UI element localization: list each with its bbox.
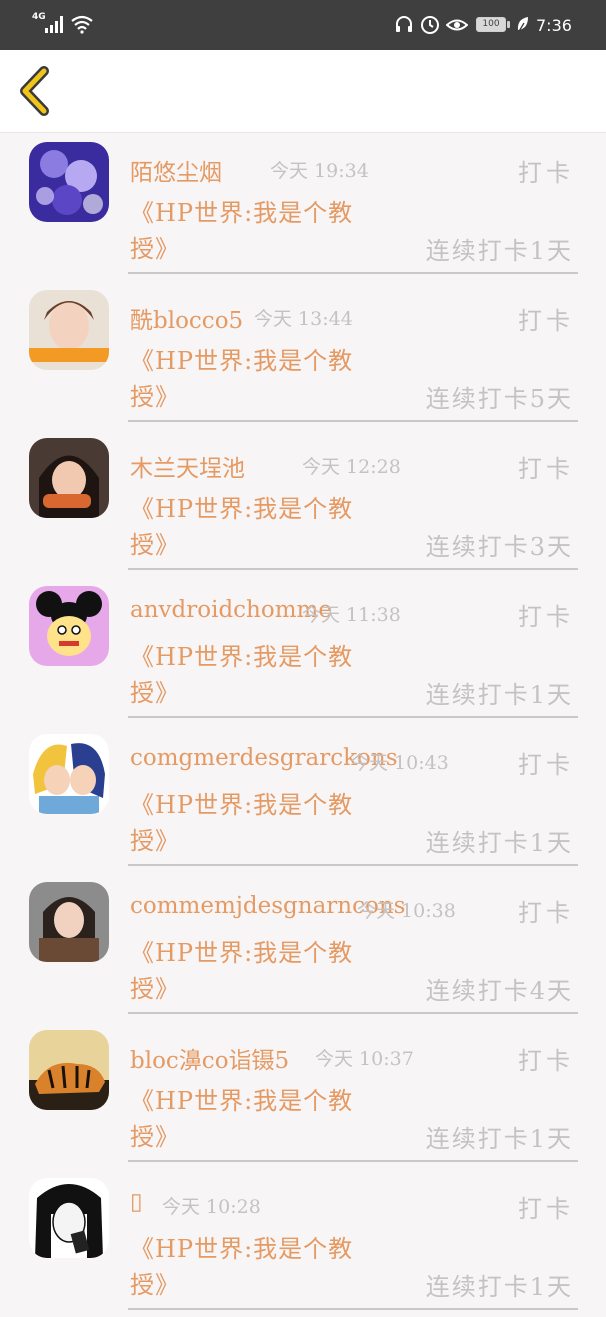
checkin-row[interactable]: 木兰天埕池 今天 12:28 打卡 《HP世界:我是个教授》 连续打卡3天 [0, 429, 606, 577]
username: 酰blocco5 [130, 308, 244, 334]
checkin-label: 打卡 [518, 307, 574, 335]
checkin-label: 打卡 [518, 455, 574, 483]
checkin-time: 今天 10:37 [315, 1048, 414, 1070]
eye-comfort-icon [446, 19, 468, 31]
book-title[interactable]: 《HP世界:我是个教授》 [130, 639, 385, 711]
checkin-label: 打卡 [518, 1195, 574, 1223]
chevron-left-icon [20, 66, 49, 116]
headset-icon [396, 16, 412, 32]
checkin-row[interactable]: anvdroidchomme 今天 11:38 打卡 《HP世界:我是个教授》 … [0, 577, 606, 725]
avatar[interactable] [29, 882, 109, 962]
row-divider [128, 1012, 578, 1014]
book-title[interactable]: 《HP世界:我是个教授》 [130, 1231, 385, 1303]
checkin-time: 今天 10:28 [162, 1196, 261, 1218]
book-title[interactable]: 《HP世界:我是个教授》 [130, 787, 385, 859]
streak-label: 连续打卡1天 [425, 1273, 573, 1301]
checkin-row[interactable]: ▯ 今天 10:28 打卡 《HP世界:我是个教授》 连续打卡1天 [0, 1169, 606, 1317]
leaf-icon [517, 17, 528, 34]
username: 陌悠尘烟 [130, 160, 222, 186]
streak-label: 连续打卡1天 [425, 237, 573, 265]
checkin-row[interactable]: commemjdesgnarncons 今天 10:38 打卡 《HP世界:我是… [0, 873, 606, 1021]
row-divider [128, 272, 578, 274]
streak-label: 连续打卡5天 [425, 385, 573, 413]
book-title[interactable]: 《HP世界:我是个教授》 [130, 1083, 385, 1155]
checkin-label: 打卡 [518, 751, 574, 779]
checkin-row[interactable]: 陌悠尘烟 今天 19:34 打卡 《HP世界:我是个教授》 连续打卡1天 [0, 133, 606, 281]
checkin-row[interactable]: comgmerdesgrarckons 今天 10:43 打卡 《HP世界:我是… [0, 725, 606, 873]
row-divider [128, 1160, 578, 1162]
checkin-label: 打卡 [518, 603, 574, 631]
status-bar: 4G 100 7:36 [0, 0, 606, 50]
streak-label: 连续打卡1天 [425, 829, 573, 857]
clock: 7:36 [536, 16, 572, 35]
data-saver-icon [421, 16, 439, 34]
avatar[interactable] [29, 142, 109, 222]
book-title[interactable]: 《HP世界:我是个教授》 [130, 195, 385, 267]
row-divider [128, 1308, 578, 1310]
header-bar [0, 50, 606, 133]
row-divider [128, 716, 578, 718]
checkin-row[interactable]: 酰blocco5 今天 13:44 打卡 《HP世界:我是个教授》 连续打卡5天 [0, 281, 606, 429]
avatar[interactable] [29, 1178, 109, 1258]
checkin-row[interactable]: bloc濞co诣镊5 今天 10:37 打卡 《HP世界:我是个教授》 连续打卡… [0, 1021, 606, 1169]
row-divider [128, 864, 578, 866]
checkin-label: 打卡 [518, 899, 574, 927]
status-right: 100 7:36 [394, 12, 574, 38]
checkin-label: 打卡 [518, 159, 574, 187]
checkin-time: 今天 10:43 [350, 752, 449, 774]
avatar[interactable] [29, 290, 109, 370]
checkin-time: 今天 13:44 [254, 308, 353, 330]
battery-tip [507, 21, 510, 28]
book-title[interactable]: 《HP世界:我是个教授》 [130, 935, 385, 1007]
signal-icon [45, 16, 63, 33]
avatar[interactable] [29, 1030, 109, 1110]
row-divider [128, 420, 578, 422]
wifi-icon [71, 15, 93, 34]
checkin-time: 今天 11:38 [302, 604, 401, 626]
username: ▯ [130, 1189, 143, 1215]
streak-label: 连续打卡1天 [425, 1125, 573, 1153]
username: 木兰天埕池 [130, 456, 245, 482]
checkin-time: 今天 19:34 [270, 160, 369, 182]
row-divider [128, 568, 578, 570]
battery-icon: 100 [476, 17, 506, 32]
avatar[interactable] [29, 734, 109, 814]
checkin-time: 今天 12:28 [302, 456, 401, 478]
streak-label: 连续打卡1天 [425, 681, 573, 709]
back-button[interactable] [14, 66, 58, 116]
checkin-label: 打卡 [518, 1047, 574, 1075]
avatar[interactable] [29, 586, 109, 666]
streak-label: 连续打卡3天 [425, 533, 573, 561]
checkin-list: 陌悠尘烟 今天 19:34 打卡 《HP世界:我是个教授》 连续打卡1天 酰bl… [0, 133, 606, 1317]
username: bloc濞co诣镊5 [130, 1048, 290, 1074]
streak-label: 连续打卡4天 [425, 977, 573, 1005]
book-title[interactable]: 《HP世界:我是个教授》 [130, 343, 385, 415]
book-title[interactable]: 《HP世界:我是个教授》 [130, 491, 385, 563]
checkin-time: 今天 10:38 [357, 900, 456, 922]
avatar[interactable] [29, 438, 109, 518]
